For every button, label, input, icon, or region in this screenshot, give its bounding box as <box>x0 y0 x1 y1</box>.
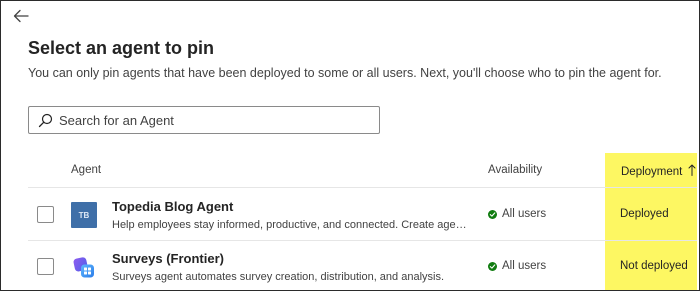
row-checkbox-surveys-frontier[interactable] <box>37 258 54 275</box>
checkmark-circle-icon <box>488 261 497 271</box>
topedia-blog-agent-icon: TB <box>71 202 97 228</box>
search-input[interactable] <box>59 112 359 128</box>
row-divider <box>28 240 697 241</box>
availability-text: All users <box>502 260 547 272</box>
agent-name: Topedia Blog Agent <box>112 199 234 214</box>
column-header-deployment[interactable]: Deployment <box>621 164 696 179</box>
column-header-availability[interactable]: Availability <box>488 164 542 176</box>
page-subtitle: You can only pin agents that have been d… <box>28 66 662 80</box>
search-icon <box>37 112 53 128</box>
column-header-agent[interactable]: Agent <box>71 164 101 176</box>
row-checkbox-topedia-blog-agent[interactable] <box>37 206 54 223</box>
header-divider <box>28 187 697 188</box>
agent-description: Surveys agent automates survey creation,… <box>112 271 445 283</box>
checkmark-circle-icon <box>488 209 497 219</box>
deployment-status: Deployed <box>620 208 669 220</box>
back-arrow-icon <box>13 9 29 28</box>
agent-name: Surveys (Frontier) <box>112 251 224 266</box>
pin-agent-panel: Select an agent to pin You can only pin … <box>0 0 700 291</box>
availability-cell: All users <box>488 260 546 272</box>
page-title: Select an agent to pin <box>28 38 215 58</box>
availability-cell: All users <box>488 208 546 220</box>
back-button[interactable] <box>11 8 31 28</box>
availability-text: All users <box>502 208 547 220</box>
column-header-deployment-label: Deployment <box>621 165 683 178</box>
surveys-agent-icon <box>71 255 97 281</box>
search-box[interactable] <box>28 106 380 134</box>
agent-description: Help employees stay informed, productive… <box>112 219 472 231</box>
deployment-status: Not deployed <box>620 260 688 272</box>
sort-ascending-icon <box>688 164 696 179</box>
